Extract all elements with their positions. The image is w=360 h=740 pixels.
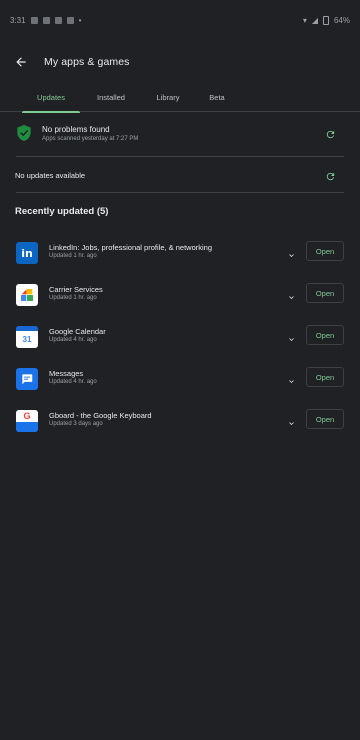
chevron-down-icon xyxy=(288,295,294,299)
app-name: Messages xyxy=(49,369,84,378)
puzzle-icon xyxy=(21,289,33,301)
calendar-date-glyph: 31 xyxy=(16,331,38,348)
app-update-status: Updated 3 days ago xyxy=(49,421,103,427)
open-button[interactable]: Open xyxy=(306,325,344,345)
google-calendar-icon: 31 xyxy=(16,326,38,348)
divider xyxy=(16,192,344,193)
more-notifications-icon: • xyxy=(78,15,82,25)
notification-icon xyxy=(42,16,50,24)
tab-active-indicator xyxy=(22,111,80,113)
tab-installed[interactable]: Installed xyxy=(82,82,140,112)
recently-updated-heading: Recently updated (5) xyxy=(15,206,109,217)
no-updates-text: No updates available xyxy=(15,171,86,180)
status-left: 3:31 • xyxy=(10,16,81,25)
play-protect-text: No problems found Apps scanned yesterday… xyxy=(42,125,138,142)
app-row[interactable]: G Gboard - the Google Keyboard Updated 3… xyxy=(0,408,360,444)
app-update-status: Updated 1 hr. ago xyxy=(49,253,97,259)
gboard-keys xyxy=(16,422,38,432)
play-protect-row[interactable]: No problems found Apps scanned yesterday… xyxy=(0,120,360,152)
app-row[interactable]: in LinkedIn: Jobs, professional profile,… xyxy=(0,240,360,276)
battery-level: 64% xyxy=(333,15,350,25)
gboard-icon: G xyxy=(16,410,38,432)
app-name: Google Calendar xyxy=(49,327,106,336)
linkedin-icon: in xyxy=(16,242,38,264)
status-time: 3:31 xyxy=(10,15,26,25)
carrier-services-icon xyxy=(16,284,38,306)
expand-button[interactable] xyxy=(285,291,297,303)
tab-label: Beta xyxy=(209,92,225,102)
expand-button[interactable] xyxy=(285,417,297,429)
shield-check-icon xyxy=(17,125,31,141)
tab-label: Installed xyxy=(97,92,125,102)
messages-icon xyxy=(16,368,38,390)
tab-label: Updates xyxy=(37,92,65,102)
expand-button[interactable] xyxy=(285,375,297,387)
open-button[interactable]: Open xyxy=(306,367,344,387)
app-update-status: Updated 4 hr. ago xyxy=(49,337,97,343)
notification-icon xyxy=(66,16,74,24)
back-button[interactable] xyxy=(5,46,37,78)
app-row[interactable]: Messages Updated 4 hr. ago Open xyxy=(0,366,360,402)
play-protect-title: No problems found xyxy=(42,125,110,134)
rescan-button[interactable] xyxy=(322,126,338,142)
app-update-status: Updated 4 hr. ago xyxy=(49,379,97,385)
refresh-icon xyxy=(326,130,334,138)
notification-icon xyxy=(54,16,62,24)
chevron-down-icon xyxy=(288,379,294,383)
open-button[interactable]: Open xyxy=(306,283,344,303)
tab-library[interactable]: Library xyxy=(140,82,196,112)
tab-label: Library xyxy=(156,92,180,102)
signal-icon: ◢ xyxy=(311,15,318,25)
app-name: Carrier Services xyxy=(49,285,103,294)
app-bar: My apps & games xyxy=(0,44,360,80)
open-button[interactable]: Open xyxy=(306,241,344,261)
app-row[interactable]: 31 Google Calendar Updated 4 hr. ago Ope… xyxy=(0,324,360,360)
chevron-down-icon xyxy=(288,421,294,425)
app-update-status: Updated 1 hr. ago xyxy=(49,295,97,301)
tab-updates[interactable]: Updates xyxy=(22,82,80,113)
expand-button[interactable] xyxy=(285,333,297,345)
gboard-g-glyph: G xyxy=(16,410,38,422)
expand-button[interactable] xyxy=(285,249,297,261)
status-right: ▾ ◢ 64% xyxy=(302,15,350,25)
chevron-down-icon xyxy=(288,253,294,257)
app-name: LinkedIn: Jobs, professional profile, & … xyxy=(49,243,213,252)
arrow-back-icon xyxy=(16,57,26,67)
wifi-icon: ▾ xyxy=(302,15,307,25)
open-button[interactable]: Open xyxy=(306,409,344,429)
tab-beta[interactable]: Beta xyxy=(196,82,238,112)
app-row[interactable]: Carrier Services Updated 1 hr. ago Open xyxy=(0,282,360,318)
page-title: My apps & games xyxy=(44,56,130,68)
notification-icon xyxy=(30,16,38,24)
play-protect-subtitle: Apps scanned yesterday at 7:27 PM xyxy=(42,136,139,142)
app-name: Gboard - the Google Keyboard xyxy=(49,411,152,420)
refresh-icon xyxy=(326,172,334,180)
divider xyxy=(16,156,344,157)
check-updates-button[interactable] xyxy=(322,168,338,184)
status-bar: 3:31 • ▾ ◢ 64% xyxy=(0,0,360,40)
battery-icon xyxy=(322,15,329,25)
chat-bubble-icon xyxy=(22,374,33,385)
chevron-down-icon xyxy=(288,337,294,341)
tab-bar: Updates Installed Library Beta xyxy=(0,82,360,113)
